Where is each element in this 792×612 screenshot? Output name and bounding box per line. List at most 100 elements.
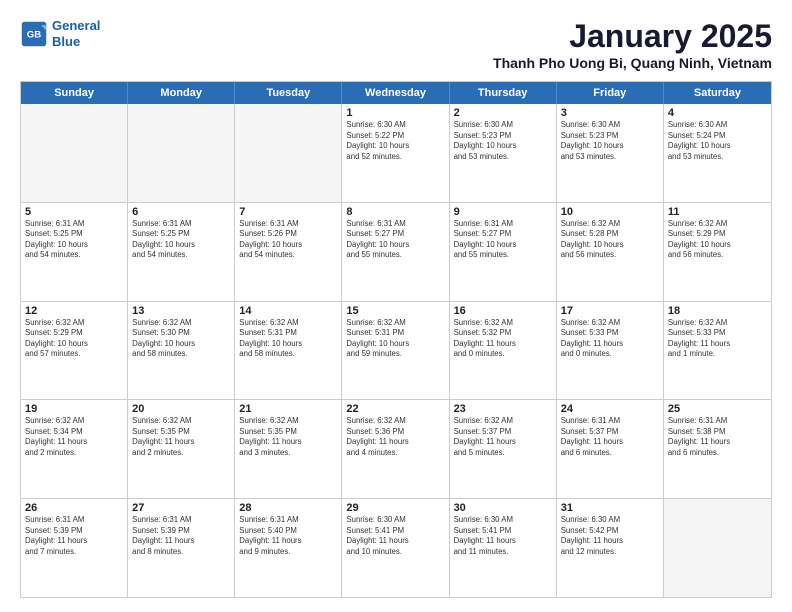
day-number: 25 bbox=[668, 403, 767, 415]
day-info: Sunrise: 6:31 AM Sunset: 5:27 PM Dayligh… bbox=[454, 219, 552, 261]
day-info: Sunrise: 6:30 AM Sunset: 5:23 PM Dayligh… bbox=[561, 120, 659, 162]
calendar-row-0: 1Sunrise: 6:30 AM Sunset: 5:22 PM Daylig… bbox=[21, 104, 771, 203]
header-cell-monday: Monday bbox=[128, 82, 235, 104]
day-number: 19 bbox=[25, 403, 123, 415]
day-number: 24 bbox=[561, 403, 659, 415]
header: GB General Blue January 2025 Thanh Pho U… bbox=[20, 18, 772, 71]
day-number: 15 bbox=[346, 305, 444, 317]
calendar-cell: 10Sunrise: 6:32 AM Sunset: 5:28 PM Dayli… bbox=[557, 203, 664, 301]
page: GB General Blue January 2025 Thanh Pho U… bbox=[0, 0, 792, 612]
calendar-cell: 15Sunrise: 6:32 AM Sunset: 5:31 PM Dayli… bbox=[342, 302, 449, 400]
day-number: 22 bbox=[346, 403, 444, 415]
calendar-cell: 17Sunrise: 6:32 AM Sunset: 5:33 PM Dayli… bbox=[557, 302, 664, 400]
day-info: Sunrise: 6:32 AM Sunset: 5:35 PM Dayligh… bbox=[239, 416, 337, 458]
day-number: 29 bbox=[346, 502, 444, 514]
calendar-cell: 4Sunrise: 6:30 AM Sunset: 5:24 PM Daylig… bbox=[664, 104, 771, 202]
calendar-header: SundayMondayTuesdayWednesdayThursdayFrid… bbox=[21, 82, 771, 104]
location-title: Thanh Pho Uong Bi, Quang Ninh, Vietnam bbox=[493, 55, 772, 71]
day-info: Sunrise: 6:31 AM Sunset: 5:25 PM Dayligh… bbox=[25, 219, 123, 261]
day-info: Sunrise: 6:31 AM Sunset: 5:37 PM Dayligh… bbox=[561, 416, 659, 458]
header-cell-sunday: Sunday bbox=[21, 82, 128, 104]
calendar-row-1: 5Sunrise: 6:31 AM Sunset: 5:25 PM Daylig… bbox=[21, 203, 771, 302]
calendar-row-3: 19Sunrise: 6:32 AM Sunset: 5:34 PM Dayli… bbox=[21, 400, 771, 499]
calendar-cell: 11Sunrise: 6:32 AM Sunset: 5:29 PM Dayli… bbox=[664, 203, 771, 301]
calendar-cell: 26Sunrise: 6:31 AM Sunset: 5:39 PM Dayli… bbox=[21, 499, 128, 597]
day-info: Sunrise: 6:30 AM Sunset: 5:23 PM Dayligh… bbox=[454, 120, 552, 162]
calendar-cell bbox=[664, 499, 771, 597]
day-info: Sunrise: 6:31 AM Sunset: 5:38 PM Dayligh… bbox=[668, 416, 767, 458]
calendar-cell: 29Sunrise: 6:30 AM Sunset: 5:41 PM Dayli… bbox=[342, 499, 449, 597]
day-number: 26 bbox=[25, 502, 123, 514]
day-number: 13 bbox=[132, 305, 230, 317]
header-cell-saturday: Saturday bbox=[664, 82, 771, 104]
day-info: Sunrise: 6:32 AM Sunset: 5:34 PM Dayligh… bbox=[25, 416, 123, 458]
day-number: 1 bbox=[346, 107, 444, 119]
calendar-cell: 27Sunrise: 6:31 AM Sunset: 5:39 PM Dayli… bbox=[128, 499, 235, 597]
logo-text: General Blue bbox=[52, 18, 100, 49]
calendar-cell: 31Sunrise: 6:30 AM Sunset: 5:42 PM Dayli… bbox=[557, 499, 664, 597]
calendar-cell: 18Sunrise: 6:32 AM Sunset: 5:33 PM Dayli… bbox=[664, 302, 771, 400]
day-info: Sunrise: 6:31 AM Sunset: 5:27 PM Dayligh… bbox=[346, 219, 444, 261]
header-cell-friday: Friday bbox=[557, 82, 664, 104]
day-number: 5 bbox=[25, 206, 123, 218]
day-info: Sunrise: 6:32 AM Sunset: 5:31 PM Dayligh… bbox=[239, 318, 337, 360]
day-number: 23 bbox=[454, 403, 552, 415]
day-number: 8 bbox=[346, 206, 444, 218]
calendar-cell: 22Sunrise: 6:32 AM Sunset: 5:36 PM Dayli… bbox=[342, 400, 449, 498]
day-number: 2 bbox=[454, 107, 552, 119]
day-info: Sunrise: 6:31 AM Sunset: 5:25 PM Dayligh… bbox=[132, 219, 230, 261]
day-info: Sunrise: 6:32 AM Sunset: 5:35 PM Dayligh… bbox=[132, 416, 230, 458]
day-number: 11 bbox=[668, 206, 767, 218]
calendar-row-4: 26Sunrise: 6:31 AM Sunset: 5:39 PM Dayli… bbox=[21, 499, 771, 597]
logo-line1: General bbox=[52, 18, 100, 34]
day-info: Sunrise: 6:32 AM Sunset: 5:30 PM Dayligh… bbox=[132, 318, 230, 360]
calendar-cell: 19Sunrise: 6:32 AM Sunset: 5:34 PM Dayli… bbox=[21, 400, 128, 498]
header-cell-tuesday: Tuesday bbox=[235, 82, 342, 104]
calendar-cell: 25Sunrise: 6:31 AM Sunset: 5:38 PM Dayli… bbox=[664, 400, 771, 498]
calendar-cell: 3Sunrise: 6:30 AM Sunset: 5:23 PM Daylig… bbox=[557, 104, 664, 202]
day-number: 9 bbox=[454, 206, 552, 218]
day-number: 12 bbox=[25, 305, 123, 317]
day-info: Sunrise: 6:32 AM Sunset: 5:32 PM Dayligh… bbox=[454, 318, 552, 360]
calendar-cell bbox=[235, 104, 342, 202]
day-number: 6 bbox=[132, 206, 230, 218]
calendar-cell: 8Sunrise: 6:31 AM Sunset: 5:27 PM Daylig… bbox=[342, 203, 449, 301]
day-number: 27 bbox=[132, 502, 230, 514]
day-number: 14 bbox=[239, 305, 337, 317]
calendar-cell: 6Sunrise: 6:31 AM Sunset: 5:25 PM Daylig… bbox=[128, 203, 235, 301]
calendar-cell: 21Sunrise: 6:32 AM Sunset: 5:35 PM Dayli… bbox=[235, 400, 342, 498]
day-info: Sunrise: 6:32 AM Sunset: 5:29 PM Dayligh… bbox=[668, 219, 767, 261]
month-title: January 2025 bbox=[493, 18, 772, 55]
calendar-cell: 2Sunrise: 6:30 AM Sunset: 5:23 PM Daylig… bbox=[450, 104, 557, 202]
calendar-cell: 9Sunrise: 6:31 AM Sunset: 5:27 PM Daylig… bbox=[450, 203, 557, 301]
day-number: 31 bbox=[561, 502, 659, 514]
day-info: Sunrise: 6:32 AM Sunset: 5:37 PM Dayligh… bbox=[454, 416, 552, 458]
day-number: 16 bbox=[454, 305, 552, 317]
day-info: Sunrise: 6:32 AM Sunset: 5:33 PM Dayligh… bbox=[561, 318, 659, 360]
day-info: Sunrise: 6:30 AM Sunset: 5:24 PM Dayligh… bbox=[668, 120, 767, 162]
day-info: Sunrise: 6:30 AM Sunset: 5:41 PM Dayligh… bbox=[346, 515, 444, 557]
day-info: Sunrise: 6:32 AM Sunset: 5:33 PM Dayligh… bbox=[668, 318, 767, 360]
calendar-cell: 24Sunrise: 6:31 AM Sunset: 5:37 PM Dayli… bbox=[557, 400, 664, 498]
day-info: Sunrise: 6:30 AM Sunset: 5:22 PM Dayligh… bbox=[346, 120, 444, 162]
day-info: Sunrise: 6:31 AM Sunset: 5:40 PM Dayligh… bbox=[239, 515, 337, 557]
header-cell-wednesday: Wednesday bbox=[342, 82, 449, 104]
calendar-row-2: 12Sunrise: 6:32 AM Sunset: 5:29 PM Dayli… bbox=[21, 302, 771, 401]
day-info: Sunrise: 6:32 AM Sunset: 5:29 PM Dayligh… bbox=[25, 318, 123, 360]
day-number: 21 bbox=[239, 403, 337, 415]
calendar-body: 1Sunrise: 6:30 AM Sunset: 5:22 PM Daylig… bbox=[21, 104, 771, 597]
calendar-cell: 23Sunrise: 6:32 AM Sunset: 5:37 PM Dayli… bbox=[450, 400, 557, 498]
day-number: 30 bbox=[454, 502, 552, 514]
day-number: 17 bbox=[561, 305, 659, 317]
day-info: Sunrise: 6:32 AM Sunset: 5:28 PM Dayligh… bbox=[561, 219, 659, 261]
calendar-cell: 1Sunrise: 6:30 AM Sunset: 5:22 PM Daylig… bbox=[342, 104, 449, 202]
day-number: 4 bbox=[668, 107, 767, 119]
day-info: Sunrise: 6:32 AM Sunset: 5:36 PM Dayligh… bbox=[346, 416, 444, 458]
calendar-cell: 16Sunrise: 6:32 AM Sunset: 5:32 PM Dayli… bbox=[450, 302, 557, 400]
day-info: Sunrise: 6:32 AM Sunset: 5:31 PM Dayligh… bbox=[346, 318, 444, 360]
calendar-cell bbox=[128, 104, 235, 202]
day-number: 10 bbox=[561, 206, 659, 218]
calendar-cell: 13Sunrise: 6:32 AM Sunset: 5:30 PM Dayli… bbox=[128, 302, 235, 400]
title-block: January 2025 Thanh Pho Uong Bi, Quang Ni… bbox=[493, 18, 772, 71]
day-number: 18 bbox=[668, 305, 767, 317]
